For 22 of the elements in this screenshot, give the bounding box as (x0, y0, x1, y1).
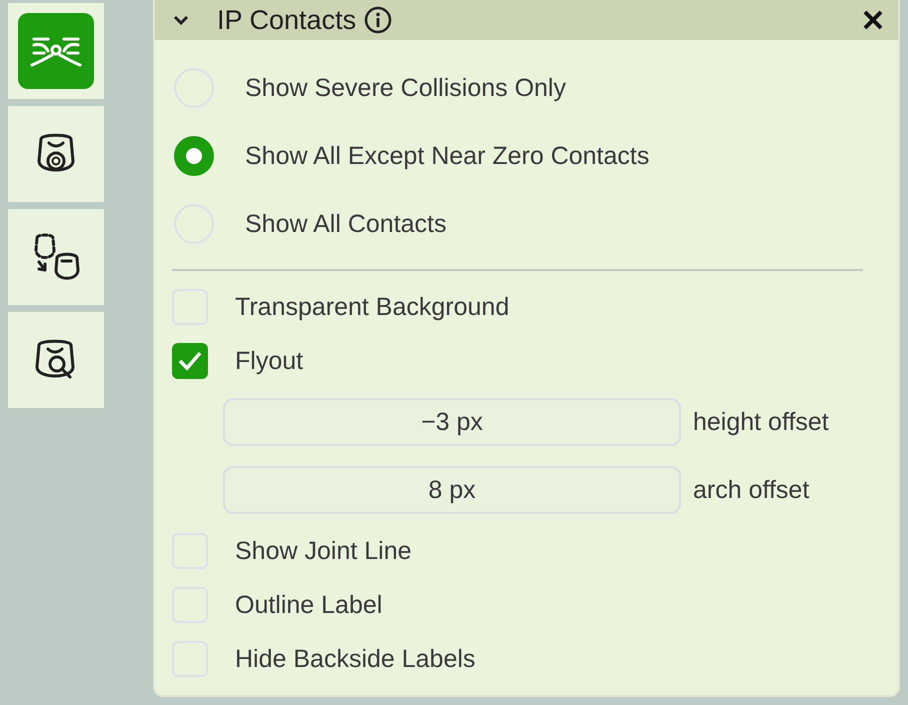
tool-button[interactable] (8, 209, 104, 305)
checkbox[interactable] (172, 343, 208, 379)
input-field[interactable]: −3 px (223, 398, 681, 446)
tool-button[interactable] (8, 312, 104, 408)
option-label: Show Severe Collisions Only (245, 74, 566, 102)
checkbox-label: Show Joint Line (235, 536, 412, 566)
checkbox-label: Hide Backside Labels (235, 644, 476, 674)
checkbox-label: Transparent Background (235, 292, 510, 322)
input-field[interactable]: 8 px (223, 466, 681, 514)
panel-title: IP Contacts (217, 4, 356, 36)
radio-button[interactable] (174, 136, 214, 176)
checkbox-label: Flyout (235, 346, 304, 376)
option-label: Show All Contacts (245, 210, 446, 238)
field-label: arch offset (693, 476, 810, 504)
tool-button[interactable] (8, 106, 104, 202)
field-label: height offset (693, 408, 829, 436)
check-icon (177, 350, 203, 372)
close-icon[interactable] (862, 9, 884, 31)
option-label: Show All Except Near Zero Contacts (245, 142, 650, 170)
checkbox-label: Outline Label (235, 590, 382, 620)
chevron-icon[interactable] (173, 15, 189, 25)
info-icon[interactable] (364, 6, 392, 34)
